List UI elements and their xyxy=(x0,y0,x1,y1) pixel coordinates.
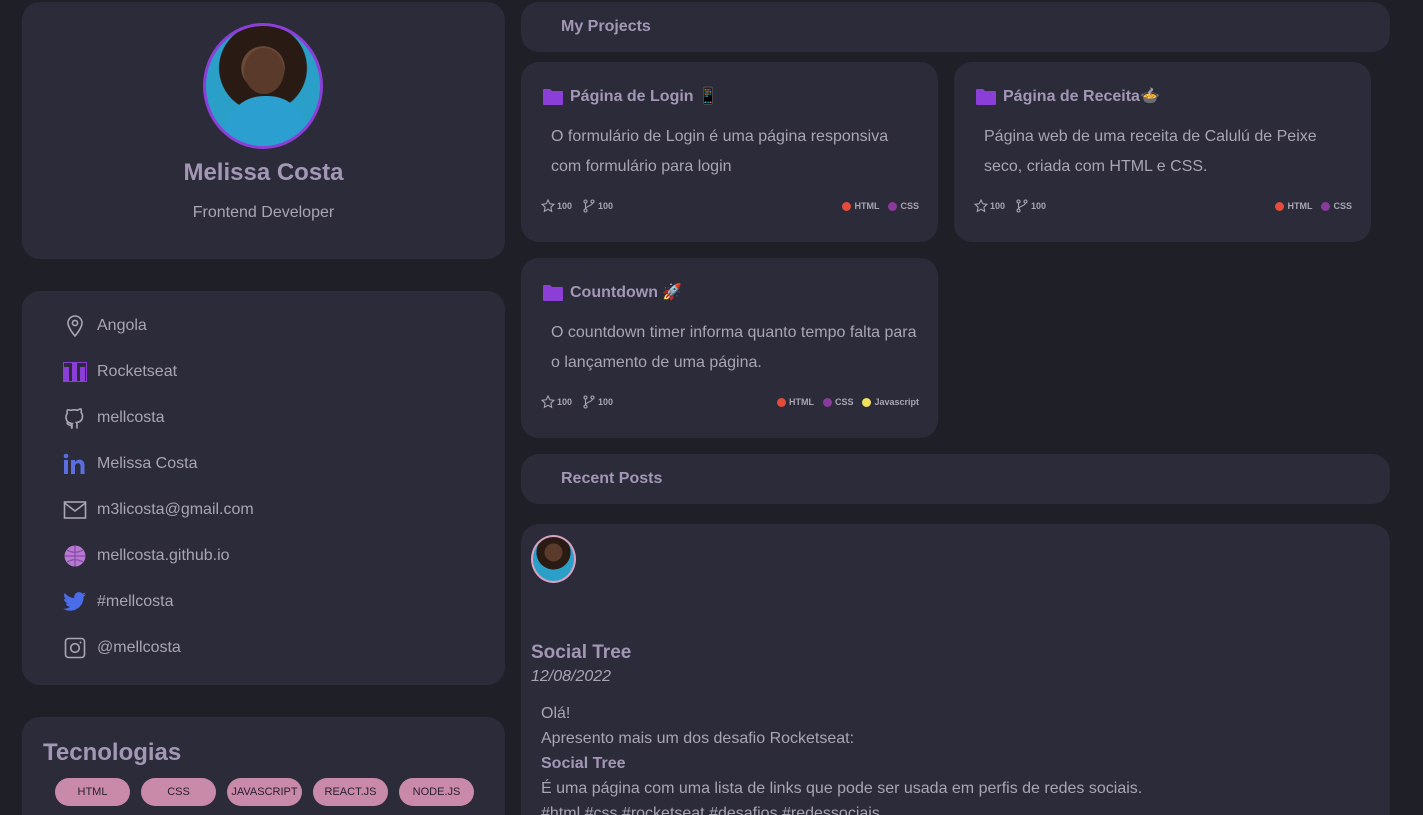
post-line: Apresento mais um dos desafio Rocketseat… xyxy=(541,730,855,747)
folder-icon xyxy=(543,284,563,301)
lang-javascript: Javascript xyxy=(862,397,919,407)
project-title-text: Página de Login 📱 xyxy=(570,88,718,105)
star-icon xyxy=(974,199,988,213)
globe-icon xyxy=(62,543,88,569)
project-stars: 100 xyxy=(541,395,572,409)
lang-html: HTML xyxy=(1275,201,1312,211)
contact-instagram[interactable]: @mellcosta xyxy=(62,634,181,662)
project-languages: HTML CSS xyxy=(1275,201,1352,211)
forks-count: 100 xyxy=(1031,201,1047,211)
tech-tag-javascript: JAVASCRIPT xyxy=(227,778,302,806)
stars-count: 100 xyxy=(557,397,573,407)
forks-count: 100 xyxy=(598,397,614,407)
mail-icon xyxy=(62,497,88,523)
project-stats: 100 100 xyxy=(541,395,623,409)
profile-card: Melissa Costa Frontend Developer xyxy=(22,2,505,259)
contact-twitter-text: #mellcosta xyxy=(97,593,174,610)
contact-rocketseat-text: Rocketseat xyxy=(97,363,178,380)
contact-github-text: mellcosta xyxy=(97,409,165,426)
contacts-card: Angola Rocketseat mellcosta Melissa Cost… xyxy=(22,291,505,685)
folder-icon xyxy=(976,88,996,105)
tech-tags: HTML CSS JAVASCRIPT REACT.JS NODE.JS xyxy=(55,778,474,806)
tech-card: Tecnologias HTML CSS JAVASCRIPT REACT.JS… xyxy=(22,717,505,815)
profile-name: Melissa Costa xyxy=(183,159,344,186)
project-stars: 100 xyxy=(541,199,572,213)
twitter-icon xyxy=(62,589,88,615)
post-line: Olá! xyxy=(541,705,571,722)
star-icon xyxy=(541,199,555,213)
fork-icon xyxy=(1016,199,1028,213)
project-forks: 100 xyxy=(582,199,613,213)
posts-header: Recent Posts xyxy=(521,454,1390,504)
linkedin-icon xyxy=(62,451,88,477)
project-description: O formulário de Login é uma página respo… xyxy=(551,128,889,175)
project-card[interactable]: Countdown 🚀 O countdown timer informa qu… xyxy=(521,258,938,438)
project-languages: HTML CSS xyxy=(842,201,919,211)
rocketseat-icon xyxy=(62,359,88,385)
projects-header-title: My Projects xyxy=(561,18,651,35)
project-forks: 100 xyxy=(582,395,613,409)
lang-html: HTML xyxy=(776,397,814,407)
contact-rocketseat[interactable]: Rocketseat xyxy=(62,358,177,386)
project-title[interactable]: Countdown 🚀 xyxy=(543,282,682,302)
post-line: É uma página com uma lista de links que … xyxy=(541,780,1143,797)
contact-location: Angola xyxy=(62,312,147,340)
post-line: Social Tree xyxy=(541,755,626,772)
post-card[interactable]: Social Tree 12/08/2022 Olá! Apresento ma… xyxy=(521,524,1390,815)
contact-linkedin[interactable]: Melissa Costa xyxy=(62,450,197,478)
stars-count: 100 xyxy=(557,201,573,211)
contact-instagram-text: @mellcosta xyxy=(97,639,181,656)
projects-header: My Projects xyxy=(521,2,1390,52)
project-stats: 100 100 xyxy=(541,199,623,213)
contact-location-text: Angola xyxy=(97,317,147,334)
avatar xyxy=(203,23,323,149)
tech-tag-node: NODE.JS xyxy=(399,778,474,806)
instagram-icon xyxy=(62,635,88,661)
tech-tag-css: CSS xyxy=(141,778,216,806)
lang-html: HTML xyxy=(842,201,879,211)
fork-icon xyxy=(583,199,595,213)
star-icon xyxy=(541,395,555,409)
project-title-text: Página de Receita🍲 xyxy=(1003,88,1160,105)
project-stats: 100 100 xyxy=(974,199,1056,213)
post-hashtags: #html #css #rocketseat #desafios #redess… xyxy=(541,805,880,815)
project-card[interactable]: Página de Login 📱 O formulário de Login … xyxy=(521,62,938,242)
posts-header-title: Recent Posts xyxy=(561,470,663,487)
contact-twitter[interactable]: #mellcosta xyxy=(62,588,173,616)
github-icon xyxy=(62,405,88,431)
folder-icon xyxy=(543,88,563,105)
project-stars: 100 xyxy=(974,199,1005,213)
stars-count: 100 xyxy=(990,201,1006,211)
lang-css: CSS xyxy=(1321,201,1352,211)
tech-title: Tecnologias xyxy=(43,739,182,766)
tech-tag-react: REACT.JS xyxy=(313,778,388,806)
fork-icon xyxy=(583,395,595,409)
contact-email-text: m3licosta@gmail.com xyxy=(97,501,254,518)
contact-website-text: mellcosta.github.io xyxy=(97,547,230,564)
location-pin-icon xyxy=(62,313,88,339)
post-avatar xyxy=(531,535,576,583)
lang-css: CSS xyxy=(888,201,919,211)
forks-count: 100 xyxy=(598,201,614,211)
tech-tag-html: HTML xyxy=(55,778,130,806)
contact-linkedin-text: Melissa Costa xyxy=(97,455,198,472)
contact-email[interactable]: m3licosta@gmail.com xyxy=(62,496,254,524)
post-date: 12/08/2022 xyxy=(531,668,612,685)
contact-website[interactable]: mellcosta.github.io xyxy=(62,542,230,570)
project-title-text: Countdown 🚀 xyxy=(570,284,683,301)
project-description: O countdown timer informa quanto tempo f… xyxy=(551,324,917,371)
project-description: Página web de uma receita de Calulú de P… xyxy=(984,128,1317,175)
post-title[interactable]: Social Tree xyxy=(531,642,631,664)
post-body: Olá! Apresento mais um dos desafio Rocke… xyxy=(541,701,1142,815)
project-languages: HTML CSS Javascript xyxy=(776,397,919,407)
lang-css: CSS xyxy=(822,397,853,407)
project-forks: 100 xyxy=(1015,199,1046,213)
profile-role: Frontend Developer xyxy=(192,204,335,221)
project-title[interactable]: Página de Receita🍲 xyxy=(976,86,1160,106)
contact-github[interactable]: mellcosta xyxy=(62,404,165,432)
project-card[interactable]: Página de Receita🍲 Página web de uma rec… xyxy=(954,62,1371,242)
project-title[interactable]: Página de Login 📱 xyxy=(543,86,718,106)
